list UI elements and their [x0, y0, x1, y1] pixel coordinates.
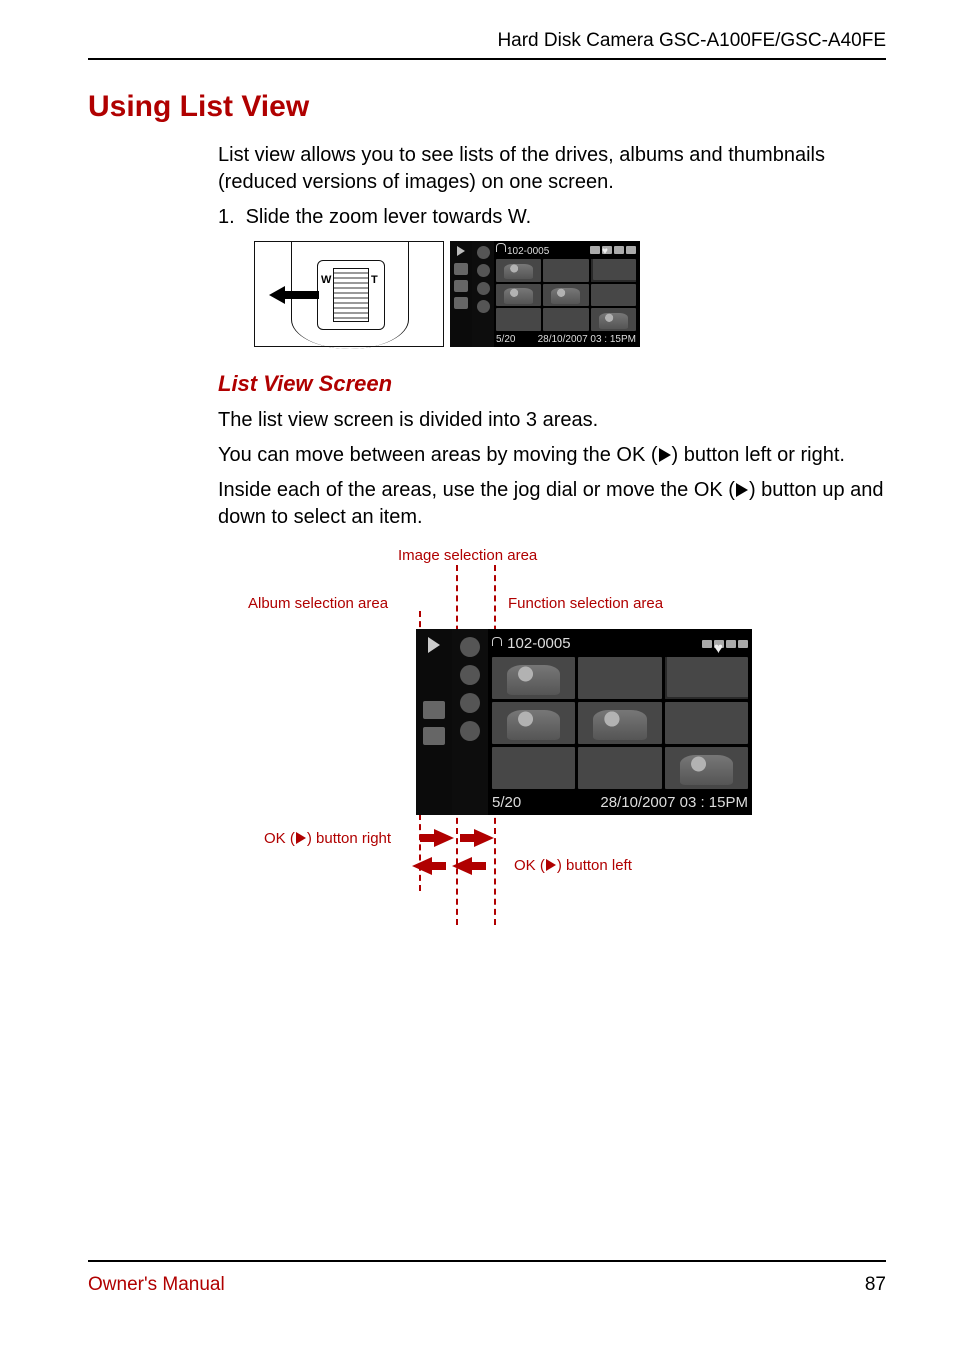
play-icon [296, 832, 306, 844]
p2-part-b: ) button left or right. [672, 444, 845, 466]
step-1-number: 1. [218, 204, 240, 231]
p2-part-a: You can move between areas by moving the… [218, 444, 658, 466]
p3-part-a: Inside each of the areas, use the jog di… [218, 479, 735, 501]
section-p3: Inside each of the areas, use the jog di… [218, 477, 886, 531]
page: Hard Disk Camera GSC-A100FE/GSC-A40FE Us… [0, 0, 954, 1352]
section-heading: List View Screen [218, 371, 886, 397]
play-icon [659, 448, 671, 462]
counter-large: 5/20 [492, 794, 521, 811]
header-product: Hard Disk Camera GSC-A100FE/GSC-A40FE [88, 30, 886, 52]
label-album-area: Album selection area [248, 595, 388, 612]
play-icon [546, 859, 556, 871]
figure-row: W T 102-0005 [254, 241, 886, 347]
content-block: List view allows you to see lists of the… [88, 142, 886, 947]
datetime-large: 28/10/2007 03 : 15PM [600, 794, 748, 811]
label-image-area: Image selection area [398, 547, 537, 564]
footer-page-number: 87 [865, 1274, 886, 1296]
arrow-right-icon [474, 829, 494, 847]
folder-label-large: 102-0005 [507, 635, 570, 652]
arrow-left-icon [269, 286, 319, 304]
areas-diagram: Image selection area Album selection are… [248, 547, 808, 947]
play-icon [736, 483, 748, 497]
zoom-lever-illustration: W T [254, 241, 444, 347]
arrow-right-icon [434, 829, 454, 847]
section-p2: You can move between areas by moving the… [218, 442, 886, 469]
intro-paragraph: List view allows you to see lists of the… [218, 142, 886, 196]
step-1: 1. Slide the zoom lever towards W. [218, 204, 886, 231]
datetime-small: 28/10/2007 03 : 15PM [538, 334, 636, 345]
list-view-screenshot-small: 102-0005 5/20 28/10/2007 03 : 15PM [450, 241, 640, 347]
counter-small: 5/20 [496, 334, 515, 345]
step-1-text: Slide the zoom lever towards W. [246, 206, 532, 228]
zoom-w-label: W [321, 274, 331, 286]
label-ok-right: OK () button right [264, 830, 391, 847]
folder-label-small: 102-0005 [507, 246, 549, 257]
label-ok-left: OK () button left [514, 857, 632, 874]
arrow-left-icon [452, 857, 472, 875]
list-view-screenshot-large: 102-0005 5/20 28/10/2007 03 : 15PM [416, 629, 752, 815]
label-function-area: Function selection area [508, 595, 663, 612]
header-rule: Hard Disk Camera GSC-A100FE/GSC-A40FE [88, 30, 886, 60]
page-title: Using List View [88, 90, 886, 124]
arrow-left-icon [412, 857, 432, 875]
section-p1: The list view screen is divided into 3 a… [218, 407, 886, 434]
page-footer: Owner's Manual 87 [88, 1260, 886, 1296]
footer-owners-manual: Owner's Manual [88, 1274, 225, 1296]
zoom-t-label: T [371, 274, 378, 286]
